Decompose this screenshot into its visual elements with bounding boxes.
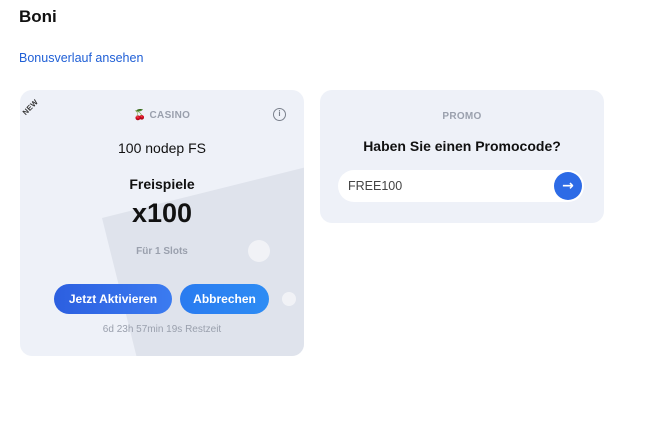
promo-input-wrapper: → xyxy=(338,170,584,202)
activate-button[interactable]: Jetzt Aktivieren xyxy=(54,284,172,314)
promo-heading: Haben Sie einen Promocode? xyxy=(363,138,561,154)
bonus-amount: x100 xyxy=(131,198,193,228)
bonus-card: NEW 🍒 CASINO i 100 nodep FS Freispiele x1… xyxy=(20,90,304,356)
bonus-history-link[interactable]: Bonusverlauf ansehen xyxy=(19,51,143,65)
page-title: Boni xyxy=(19,7,57,26)
bonus-category: 🍒 CASINO xyxy=(20,110,304,121)
card-background-dot xyxy=(282,292,296,306)
bonus-name: 100 nodep FS xyxy=(118,140,206,156)
bonus-countdown: 6d 23h 57min 19s Restzeit xyxy=(102,324,222,335)
bonuses-page: Boni Bonusverlauf ansehen NEW 🍒 CASINO i … xyxy=(0,0,650,422)
promo-card: PROMO Haben Sie einen Promocode? → xyxy=(320,90,604,223)
info-icon[interactable]: i xyxy=(273,108,286,121)
arrow-right-icon[interactable]: → xyxy=(554,172,582,200)
bonus-category-label: CASINO xyxy=(149,110,191,121)
cancel-button[interactable]: Abbrechen xyxy=(180,284,269,314)
promo-code-input[interactable] xyxy=(338,170,584,202)
cherry-icon: 🍒 xyxy=(133,110,147,121)
bonus-type: Freispiele xyxy=(129,176,195,192)
bonus-slots: Für 1 Slots xyxy=(136,246,188,257)
promo-label: PROMO xyxy=(442,111,482,122)
